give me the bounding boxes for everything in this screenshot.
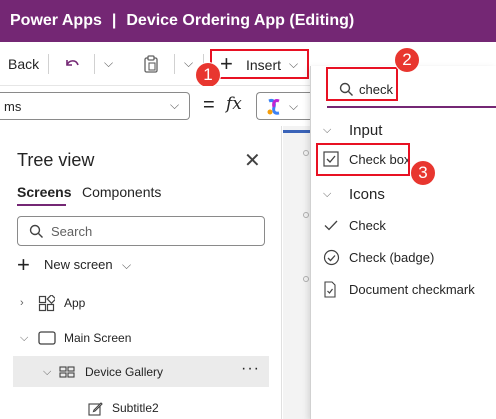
search-highlight	[326, 67, 398, 101]
chevron-down-icon: ⌵	[323, 123, 332, 136]
insert-item-check-badge[interactable]: Check (badge)	[323, 247, 434, 267]
back-button[interactable]: Back	[8, 56, 39, 72]
insert-item-label: Check (badge)	[349, 249, 435, 265]
divider	[48, 54, 49, 74]
tab-components[interactable]: Components	[82, 184, 161, 200]
step-badge-2: 2	[394, 47, 420, 73]
insert-item-document-checkmark[interactable]: Document checkmark	[323, 279, 475, 299]
tree-view-title: Tree view	[17, 150, 95, 170]
copilot-icon	[265, 98, 283, 116]
tree-item-subtitle2[interactable]: Subtitle2	[88, 398, 159, 418]
chevron-down-icon: ⌵	[43, 365, 52, 378]
tree-search-placeholder: Search	[51, 224, 93, 239]
chevron-down-icon: ⌵	[170, 98, 180, 112]
gallery-icon	[59, 366, 85, 378]
tree-item-label: App	[64, 296, 86, 310]
active-tab-underline	[17, 204, 66, 206]
tree-search-input[interactable]: Search	[17, 216, 265, 246]
paste-icon[interactable]	[142, 54, 160, 74]
chevron-down-icon[interactable]: ⌵	[122, 258, 131, 273]
chevron-down-icon[interactable]: ⌵	[184, 56, 193, 71]
check-box-highlight	[316, 143, 410, 176]
chevron-down-icon: ⌵	[20, 331, 29, 344]
step-badge-3: 3	[410, 160, 436, 186]
equals-sign: =	[203, 94, 215, 116]
insert-item-label: Check	[349, 217, 386, 233]
section-input[interactable]: ⌵ Input	[323, 120, 382, 140]
divider	[174, 54, 175, 74]
chevron-down-icon: ⌵	[323, 187, 332, 200]
insert-button[interactable]: Insert	[246, 57, 281, 73]
undo-icon[interactable]	[63, 55, 81, 73]
tree-view-panel: Tree view ✕ Screens Components Search + …	[0, 126, 282, 419]
section-title: Input	[349, 121, 383, 139]
chevron-down-icon: ⌵	[289, 99, 299, 113]
document-checkmark-icon	[323, 280, 349, 298]
formula-bar: ms ⌵ = fx ⌵	[0, 86, 310, 126]
canvas-area	[283, 126, 313, 419]
step-badge-1: 1	[195, 62, 221, 88]
insert-item-label: Document checkmark	[349, 281, 475, 297]
chevron-right-icon: ›	[20, 297, 24, 309]
check-icon	[323, 217, 349, 233]
more-options-icon[interactable]: ···	[241, 360, 260, 378]
canvas-edge	[283, 130, 311, 133]
canvas-handle	[303, 276, 309, 282]
tree-item-label: Subtitle2	[112, 401, 159, 415]
canvas-handle	[303, 212, 309, 218]
search-icon	[29, 224, 44, 239]
tree-item-label: Main Screen	[64, 331, 132, 345]
tree-item-label: Device Gallery	[85, 365, 164, 379]
tab-screens[interactable]: Screens	[17, 184, 71, 200]
property-value: ms	[4, 99, 22, 114]
divider	[94, 54, 95, 74]
chevron-down-icon[interactable]: ⌵	[289, 57, 298, 72]
section-title: Icons	[349, 185, 385, 203]
app-name: Power Apps	[10, 12, 102, 29]
title-bar: Power Apps | Device Ordering App (Editin…	[0, 0, 496, 42]
tree-item-app[interactable]: › App	[20, 293, 85, 313]
screen-icon	[38, 331, 64, 345]
plus-icon: +	[17, 252, 30, 277]
tree-item-device-gallery[interactable]: ⌵ Device Gallery ···	[13, 356, 269, 387]
check-badge-icon	[323, 249, 349, 266]
app-icon	[38, 294, 64, 312]
property-dropdown[interactable]: ms ⌵	[0, 92, 190, 120]
section-icons[interactable]: ⌵ Icons	[323, 184, 385, 204]
canvas-handle	[303, 150, 309, 156]
new-screen-button[interactable]: New screen	[44, 257, 113, 272]
chevron-down-icon[interactable]: ⌵	[104, 56, 113, 71]
edit-text-icon	[88, 401, 112, 416]
fx-icon[interactable]: fx	[226, 94, 242, 114]
insert-panel: check ✕ ⌵ Input Check box ⌵ Icons Check …	[310, 66, 496, 419]
title-separator: |	[111, 12, 117, 29]
document-title: Device Ordering App (Editing)	[126, 12, 355, 29]
close-icon[interactable]: ✕	[244, 148, 261, 173]
tree-item-main-screen[interactable]: ⌵ Main Screen	[20, 328, 131, 348]
insert-item-check[interactable]: Check	[323, 215, 386, 235]
plus-icon: +	[220, 51, 233, 76]
copilot-button[interactable]: ⌵	[256, 92, 310, 120]
